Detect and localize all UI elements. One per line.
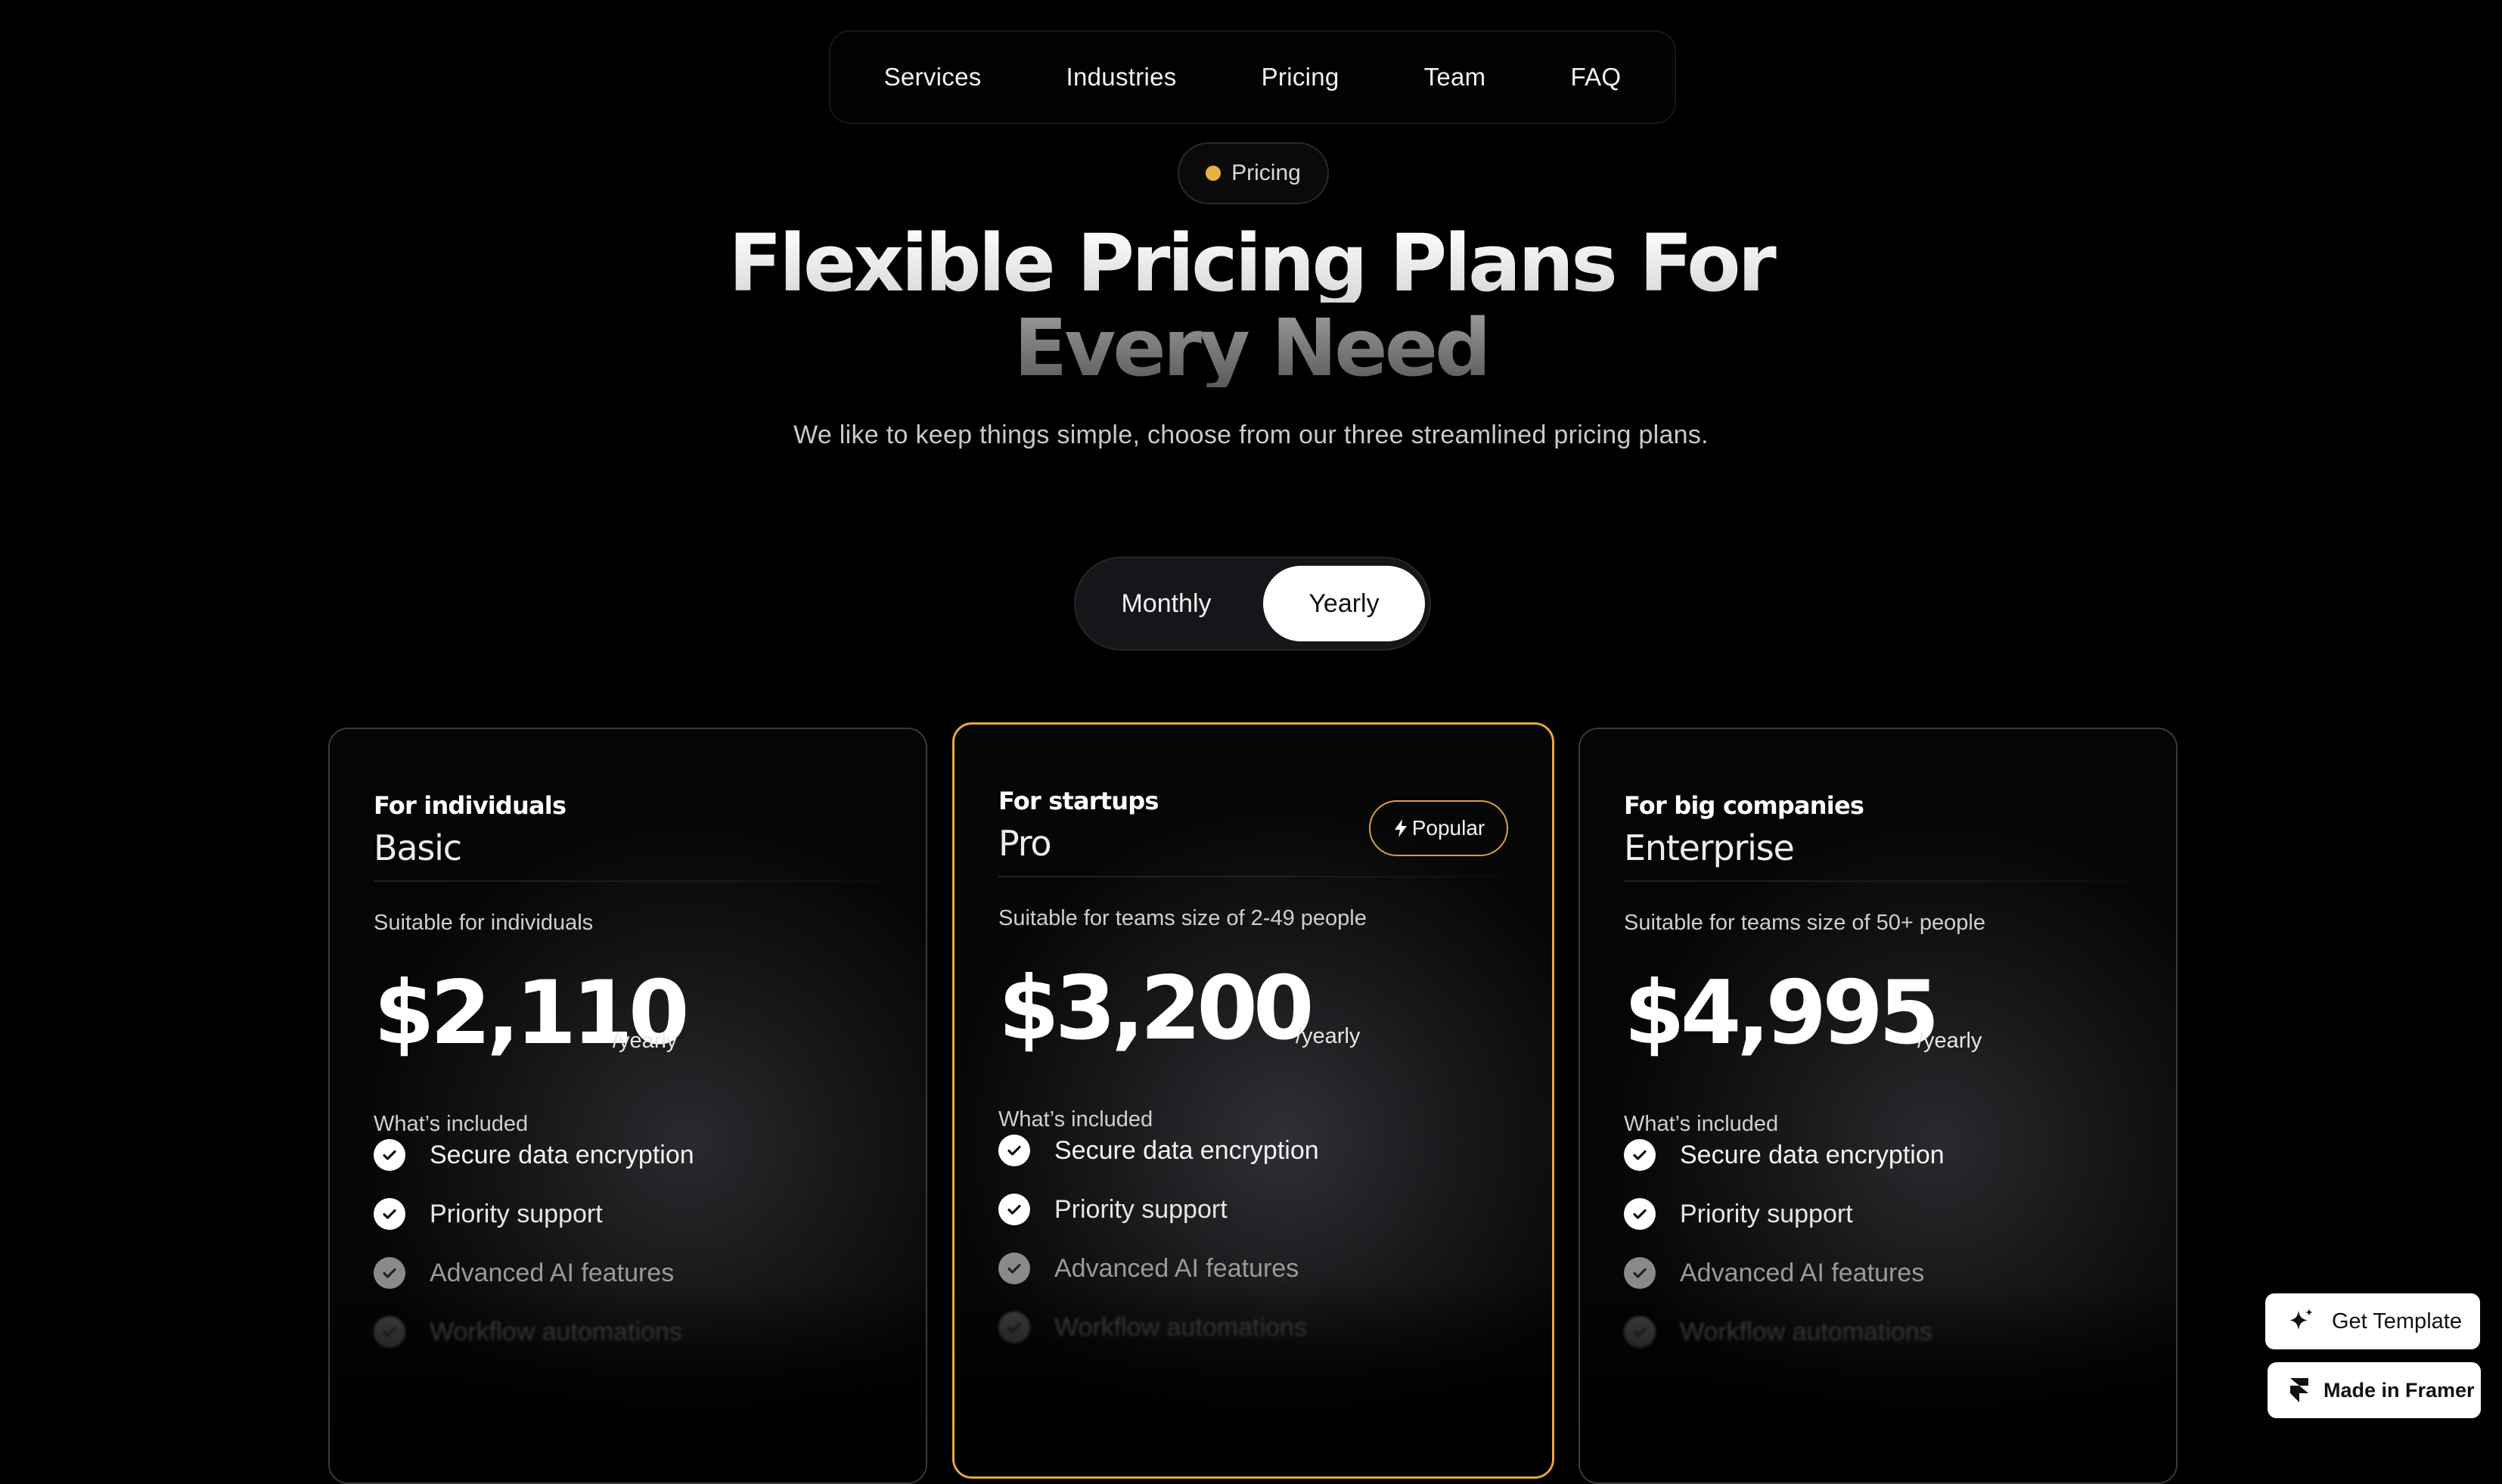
feature-item: Priority support: [998, 1194, 1228, 1225]
check-icon: [1624, 1139, 1656, 1171]
check-icon: [998, 1253, 1030, 1284]
check-icon: [1624, 1257, 1656, 1289]
check-icon: [1624, 1198, 1656, 1230]
sparkle-icon: [2289, 1309, 2313, 1330]
feature-item: Advanced AI features: [998, 1253, 1299, 1284]
nav-link-faq[interactable]: FAQ: [1570, 63, 1621, 92]
toggle-monthly[interactable]: Monthly: [1083, 566, 1249, 641]
billing-toggle: Monthly Yearly: [1074, 557, 1431, 650]
plan-price: $3,200: [998, 958, 1315, 1060]
plan-price: $4,995: [1624, 962, 1940, 1064]
nav-link-services[interactable]: Services: [884, 63, 982, 92]
check-icon: [374, 1139, 405, 1171]
included-label: What’s included: [374, 1112, 529, 1136]
feature-label: Advanced AI features: [1680, 1258, 1925, 1287]
card-fade-overlay: [330, 1286, 926, 1482]
card-divider: [374, 880, 882, 882]
feature-item: Workflow automations: [1624, 1316, 1932, 1348]
check-icon: [374, 1198, 405, 1230]
get-template-button[interactable]: Get Template: [2265, 1293, 2480, 1349]
page-title-line-1: Flexible Pricing Plans For: [0, 224, 2502, 303]
check-icon: [374, 1257, 405, 1289]
nav-link-pricing[interactable]: Pricing: [1262, 63, 1339, 92]
feature-label: Workflow automations: [1054, 1312, 1307, 1342]
plan-name: Basic: [374, 827, 462, 868]
feature-label: Priority support: [430, 1199, 603, 1228]
check-icon: [998, 1312, 1030, 1343]
feature-label: Secure data encryption: [430, 1140, 694, 1169]
included-label: What’s included: [998, 1107, 1153, 1132]
card-divider: [1624, 880, 2132, 882]
card-fade-overlay: [955, 1280, 1552, 1476]
plan-period: /yearly: [613, 1029, 678, 1053]
nav-link-team[interactable]: Team: [1424, 63, 1486, 92]
plan-card-basic: For individuals Basic Suitable for indiv…: [328, 728, 927, 1484]
framer-logo-icon: [2290, 1378, 2308, 1402]
feature-label: Priority support: [1680, 1199, 1853, 1228]
badge-dot-icon: [1206, 166, 1222, 181]
lightning-icon: [1394, 819, 1407, 837]
plan-suitability: Suitable for teams size of 2-49 people: [998, 906, 1367, 930]
made-in-framer-button[interactable]: Made in Framer: [2268, 1362, 2481, 1418]
check-icon: [998, 1135, 1030, 1166]
feature-item: Secure data encryption: [374, 1139, 694, 1171]
page-title-line-2: Every Need: [0, 309, 2502, 387]
feature-item: Priority support: [1624, 1198, 1853, 1230]
plan-card-pro: For startups Pro Popular Suitable for te…: [952, 722, 1554, 1479]
plan-card-enterprise: For big companies Enterprise Suitable fo…: [1578, 728, 2178, 1484]
top-nav: Services Industries Pricing Team FAQ: [829, 30, 1676, 124]
feature-item: Workflow automations: [998, 1312, 1307, 1343]
feature-item: Secure data encryption: [1624, 1139, 1945, 1171]
included-label: What’s included: [1624, 1112, 1779, 1136]
toggle-yearly[interactable]: Yearly: [1263, 566, 1425, 641]
page-subtitle: We like to keep things simple, choose fr…: [793, 421, 1709, 449]
card-fade-overlay: [1580, 1286, 2176, 1482]
popular-badge-label: Popular: [1411, 816, 1485, 840]
badge-label: Pricing: [1231, 160, 1301, 185]
check-icon: [374, 1316, 405, 1348]
feature-label: Secure data encryption: [1054, 1135, 1319, 1165]
plan-name: Pro: [998, 823, 1052, 864]
feature-label: Workflow automations: [430, 1317, 682, 1346]
card-divider: [998, 876, 1508, 877]
check-icon: [1624, 1316, 1656, 1348]
plan-period: /yearly: [1296, 1024, 1361, 1048]
feature-label: Priority support: [1054, 1194, 1228, 1224]
plan-name: Enterprise: [1624, 827, 1795, 868]
plan-suitability: Suitable for individuals: [374, 911, 594, 935]
plan-period: /yearly: [1917, 1029, 1982, 1053]
feature-label: Advanced AI features: [1054, 1253, 1299, 1283]
plan-audience: For big companies: [1624, 791, 1864, 820]
popular-badge: Popular: [1369, 800, 1508, 856]
feature-item: Secure data encryption: [998, 1135, 1319, 1166]
get-template-label: Get Template: [2332, 1309, 2462, 1333]
plan-suitability: Suitable for teams size of 50+ people: [1624, 911, 1985, 935]
feature-item: Advanced AI features: [1624, 1257, 1924, 1289]
check-icon: [998, 1194, 1030, 1225]
plan-audience: For individuals: [374, 791, 567, 820]
feature-label: Secure data encryption: [1680, 1140, 1945, 1169]
section-badge: Pricing: [1178, 142, 1329, 204]
made-in-framer-label: Made in Framer: [2324, 1378, 2475, 1402]
feature-item: Priority support: [374, 1198, 603, 1230]
feature-item: Advanced AI features: [374, 1257, 674, 1289]
feature-item: Workflow automations: [374, 1316, 682, 1348]
feature-label: Workflow automations: [1680, 1317, 1932, 1346]
feature-label: Advanced AI features: [430, 1258, 675, 1287]
plan-audience: For startups: [998, 787, 1159, 815]
nav-link-industries[interactable]: Industries: [1066, 63, 1177, 92]
